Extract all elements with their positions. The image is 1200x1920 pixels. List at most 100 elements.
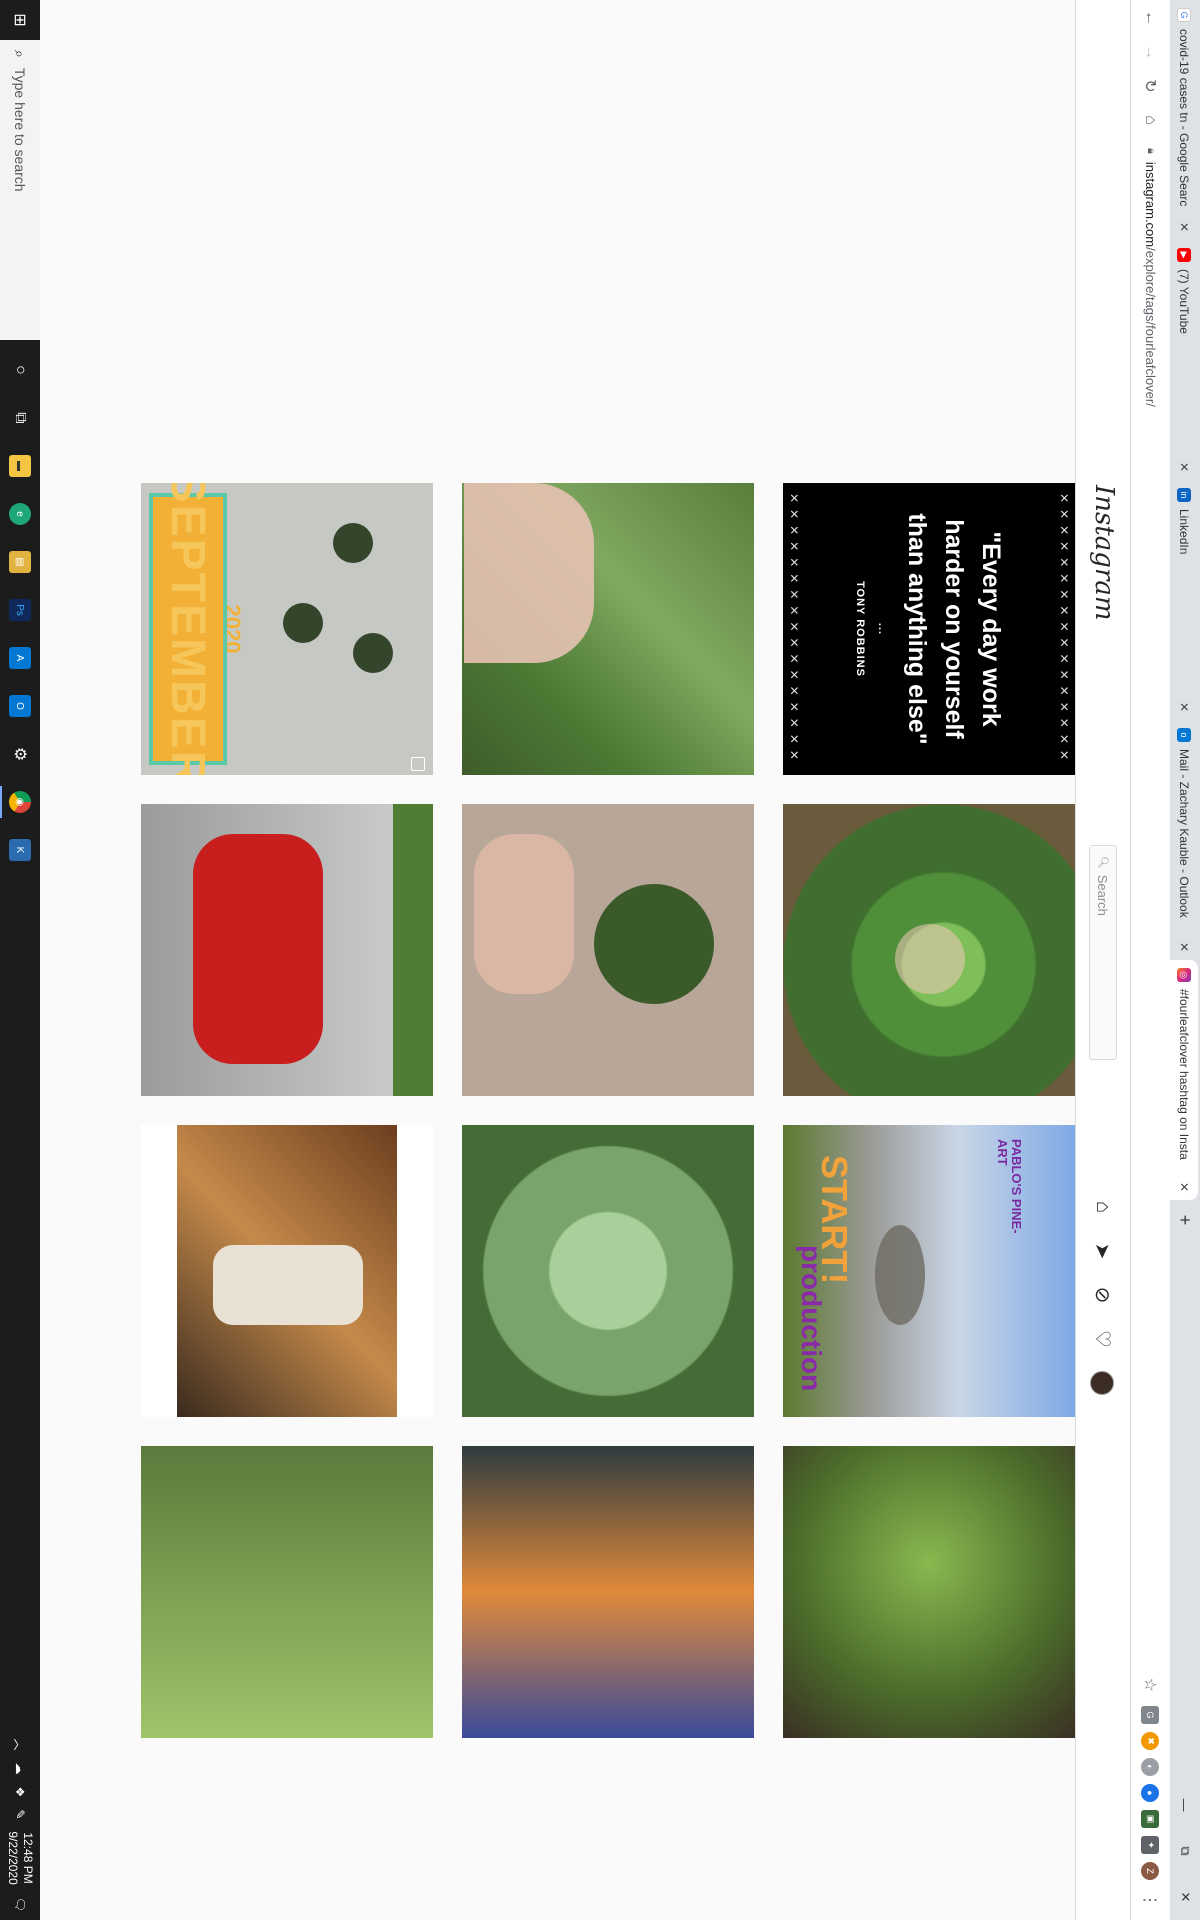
cortana-icon[interactable]: ○	[0, 346, 40, 394]
search-icon: 🔍︎	[1097, 856, 1109, 869]
youtube-icon: ▶	[1177, 248, 1191, 262]
tab-instagram[interactable]: ◎ #fourleafclover hashtag on Insta ✕	[1170, 960, 1198, 1200]
quote-border-top: ✕✕✕✕✕✕✕✕✕✕✕✕✕✕✕✕✕✕✕	[1057, 493, 1071, 765]
post-hand-four-leaf-clover[interactable]	[462, 804, 754, 1096]
explore-icon[interactable]: ⊘	[1090, 1283, 1115, 1307]
post-rocks-production[interactable]: PABLO'S PINE-ART START! production	[783, 1125, 1075, 1417]
image-extension-icon[interactable]: ▣	[1141, 1810, 1160, 1828]
tab-youtube[interactable]: ▶ (7) YouTube ✕	[1170, 240, 1198, 480]
system-tray: ︿ ☁ ❖ ✎ 12:48 PM 9/22/2020 🗨︎	[5, 1739, 35, 1920]
instagram-header: Instagram 🔍︎ Search ⌂ ➤ ⊘ ♡	[1075, 0, 1129, 1920]
restore-button[interactable]: ⧉	[1170, 1828, 1200, 1874]
tab-title: Mail - Zachary Kauble - Outlook	[1177, 749, 1191, 918]
onedrive-icon[interactable]: ☁	[13, 1763, 27, 1775]
close-window-button[interactable]: ✕	[1170, 1874, 1200, 1920]
activity-heart-icon[interactable]: ♡	[1090, 1327, 1115, 1351]
search-placeholder: Search	[1095, 874, 1111, 916]
post-man-staircase[interactable]	[141, 1125, 433, 1417]
pen-icon[interactable]: ✎	[13, 1809, 27, 1819]
close-tab-icon[interactable]: ✕	[1177, 222, 1191, 232]
file-folder-icon[interactable]: ▤	[0, 538, 40, 586]
taskbar-search-placeholder: Type here to search	[12, 67, 28, 192]
settings-icon[interactable]: ⚙	[0, 730, 40, 778]
blue-extension-icon[interactable]: ●	[1141, 1784, 1160, 1802]
google-icon: G	[1177, 8, 1191, 22]
windows-start-button[interactable]: ⊞	[0, 0, 40, 40]
production-word2: production	[796, 1245, 827, 1392]
search-icon: ⌕	[12, 50, 29, 58]
multi-post-icon	[411, 757, 425, 771]
post-quote[interactable]: ✕✕✕✕✕✕✕✕✕✕✕✕✕✕✕✕✕✕✕ "Every day work hard…	[783, 483, 1075, 775]
forward-button[interactable]: →	[1135, 36, 1167, 68]
windows-taskbar: ⊞ ⌕ Type here to search ○ ⧉ ▬ e ▤ Ps A O…	[0, 0, 40, 1920]
task-view-icon[interactable]: ⧉	[0, 394, 40, 442]
screen: G covid-19 cases tn - Google Searc ✕ ▶ (…	[0, 0, 1200, 1920]
instagram-logo[interactable]: Instagram	[1089, 485, 1119, 621]
url-path: /explore/tags/fourleafclover/	[1143, 247, 1158, 407]
tab-title: #fourleafclover hashtag on Insta	[1177, 989, 1191, 1160]
tab-title: (7) YouTube	[1177, 269, 1191, 334]
instagram-icon: ◎	[1177, 968, 1191, 982]
page-content: Instagram 🔍︎ Search ⌂ ➤ ⊘ ♡ ✕✕✕✕✕✕✕✕✕✕✕✕…	[40, 0, 1129, 1920]
url-host: instagram.com	[1143, 161, 1158, 248]
production-brand: PABLO'S PINE-ART	[995, 1139, 1024, 1234]
window-controls: — ⧉ ✕	[1170, 1782, 1200, 1920]
azure-icon[interactable]: A	[0, 634, 40, 682]
profile-avatar[interactable]: Z	[1141, 1862, 1160, 1880]
tab-linkedin[interactable]: in LinkedIn ✕	[1170, 480, 1198, 720]
outlook-icon: o	[1177, 728, 1191, 742]
tab-strip: G covid-19 cases tn - Google Searc ✕ ▶ (…	[1170, 0, 1200, 1920]
tab-title: covid-19 cases tn - Google Searc	[1177, 29, 1191, 207]
orange-extension-icon[interactable]: ✖	[1141, 1732, 1160, 1750]
tab-google[interactable]: G covid-19 cases tn - Google Searc ✕	[1170, 0, 1198, 240]
taskbar-apps: ○ ⧉ ▬ e ▤ Ps A O ⚙ ◉ K	[0, 346, 40, 874]
reload-button[interactable]: ↻	[1135, 70, 1167, 102]
search-input[interactable]: 🔍︎ Search	[1089, 845, 1117, 1060]
post-september-clover[interactable]: 2020 SEPTEMBER	[141, 483, 433, 775]
home-icon[interactable]: ⌂	[1091, 1195, 1114, 1219]
outlook-taskbar-icon[interactable]: O	[0, 682, 40, 730]
show-hidden-icons[interactable]: ︿	[12, 1739, 29, 1751]
post-clover-closeup[interactable]	[462, 1125, 754, 1417]
post-partial-row3[interactable]	[141, 1446, 433, 1738]
close-tab-icon[interactable]: ✕	[1177, 942, 1191, 952]
profile-avatar-icon[interactable]	[1090, 1371, 1115, 1395]
home-button[interactable]: ⌂	[1135, 104, 1167, 136]
edge-icon[interactable]: e	[0, 490, 40, 538]
september-banner: SEPTEMBER	[149, 483, 227, 775]
direct-icon[interactable]: ➤	[1090, 1239, 1115, 1263]
bookmark-star-icon[interactable]: ☆	[1141, 1678, 1161, 1692]
browser-toolbar: ← → ↻ ⌂ 🔒︎ instagram.com/explore/tags/fo…	[1130, 0, 1170, 1920]
minimize-button[interactable]: —	[1170, 1782, 1200, 1828]
dropbox-icon[interactable]: ❖	[13, 1787, 27, 1798]
post-partial-row2[interactable]	[462, 1446, 754, 1738]
address-bar[interactable]: 🔒︎ instagram.com/explore/tags/fourleafcl…	[1136, 140, 1165, 610]
kite-icon[interactable]: K	[0, 826, 40, 874]
tab-outlook[interactable]: o Mail - Zachary Kauble - Outlook ✕	[1170, 720, 1198, 960]
tab-title: LinkedIn	[1177, 509, 1191, 555]
puzzle-extension-icon[interactable]: ✦	[1141, 1836, 1160, 1854]
grey-extension-icon[interactable]: ◐	[1141, 1758, 1160, 1776]
close-tab-icon[interactable]: ✕	[1177, 462, 1191, 472]
extensions-area: ☆ G ✖ ◐ ● ▣ ✦ Z ⋮	[1135, 1678, 1167, 1920]
quote-dots: ...	[876, 622, 889, 636]
quote-author: TONY ROBBINS	[854, 581, 867, 677]
post-red-car[interactable]	[141, 804, 433, 1096]
new-tab-button[interactable]: +	[1175, 1208, 1196, 1232]
g-extension-icon[interactable]: G	[1141, 1706, 1160, 1724]
taskbar-search-box[interactable]: ⌕ Type here to search	[0, 40, 40, 340]
notifications-icon[interactable]: 🗨︎	[13, 1897, 27, 1912]
photoshop-icon[interactable]: Ps	[0, 586, 40, 634]
close-tab-icon[interactable]: ✕	[1177, 702, 1191, 712]
taskbar-clock[interactable]: 12:48 PM 9/22/2020	[5, 1831, 35, 1884]
quote-text: "Every day work harder on yourself than …	[903, 513, 1006, 745]
back-button[interactable]: ←	[1135, 2, 1167, 34]
clock-time: 12:48 PM	[21, 1832, 35, 1884]
chrome-icon[interactable]: ◉	[0, 778, 40, 826]
file-explorer-icon[interactable]: ▬	[0, 442, 40, 490]
post-clover-in-grass[interactable]	[783, 804, 1075, 1096]
menu-icon[interactable]: ⋮	[1135, 1890, 1167, 1910]
post-hand-clover[interactable]	[462, 483, 754, 775]
post-partial-row1[interactable]	[783, 1446, 1075, 1738]
close-tab-icon[interactable]: ✕	[1177, 1182, 1191, 1192]
